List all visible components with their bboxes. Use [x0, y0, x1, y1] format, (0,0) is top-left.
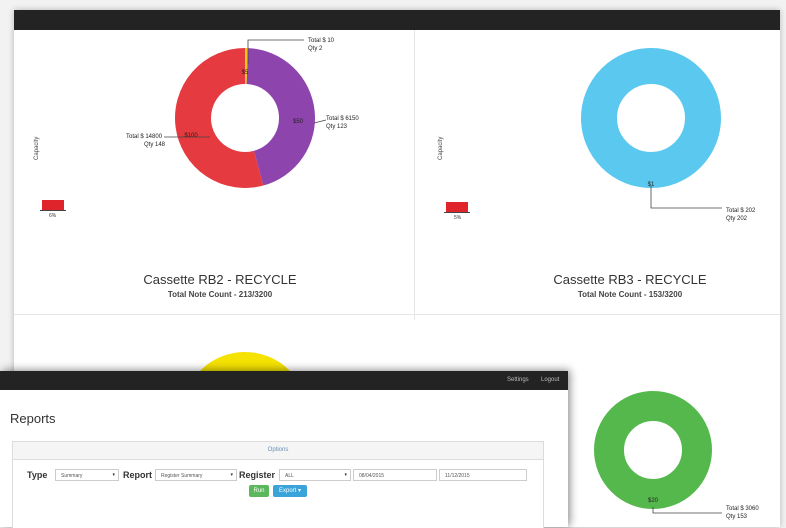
donut-slice — [599, 66, 703, 170]
report-select-value: Register Summary — [161, 473, 202, 479]
settings-link[interactable]: Settings — [507, 377, 529, 383]
type-label: Type — [27, 470, 47, 480]
export-button-label: Export — [279, 488, 296, 494]
type-select-value: Summary — [61, 473, 82, 479]
options-heading-label: Options — [13, 447, 543, 453]
register-label: Register — [239, 470, 275, 480]
chevron-down-icon: ▾ — [344, 472, 347, 478]
leader-line — [314, 120, 326, 123]
chevron-down-icon: ▾ — [112, 472, 115, 478]
slice-label: $100 — [184, 133, 198, 139]
options-panel: Options Type Summary ▾ Report Register S… — [12, 441, 544, 528]
page-title: Reports — [10, 411, 56, 426]
slice-label: $5 — [242, 70, 249, 76]
reports-window: Settings Logout Reports Options Type Sum… — [0, 371, 568, 527]
type-select[interactable]: Summary ▾ — [55, 469, 119, 481]
start-date-input[interactable]: 08/04/2015 — [353, 469, 437, 481]
options-panel-heading[interactable]: Options — [13, 442, 543, 460]
run-button[interactable]: Run — [249, 485, 269, 497]
register-select[interactable]: ALL ▾ — [279, 469, 351, 481]
report-select[interactable]: Register Summary ▾ — [155, 469, 237, 481]
slice-label: $1 — [648, 182, 655, 188]
donut-slice — [609, 406, 697, 494]
end-date-input[interactable]: 11/12/2015 — [439, 469, 527, 481]
export-button[interactable]: Export ▾ — [273, 485, 307, 497]
report-label: Report — [123, 470, 152, 480]
slice-label: $20 — [648, 498, 659, 504]
leader-line — [651, 186, 722, 208]
caret-down-icon: ▾ — [296, 488, 301, 494]
logout-link[interactable]: Logout — [541, 377, 559, 383]
slice-label: $50 — [293, 119, 304, 125]
reports-nav-bar: Settings Logout — [0, 371, 568, 390]
end-date-value: 11/12/2015 — [445, 473, 470, 479]
donut-slice — [247, 66, 297, 168]
register-select-value: ALL — [285, 473, 294, 479]
start-date-value: 08/04/2015 — [359, 473, 384, 479]
chevron-down-icon: ▾ — [230, 472, 233, 478]
